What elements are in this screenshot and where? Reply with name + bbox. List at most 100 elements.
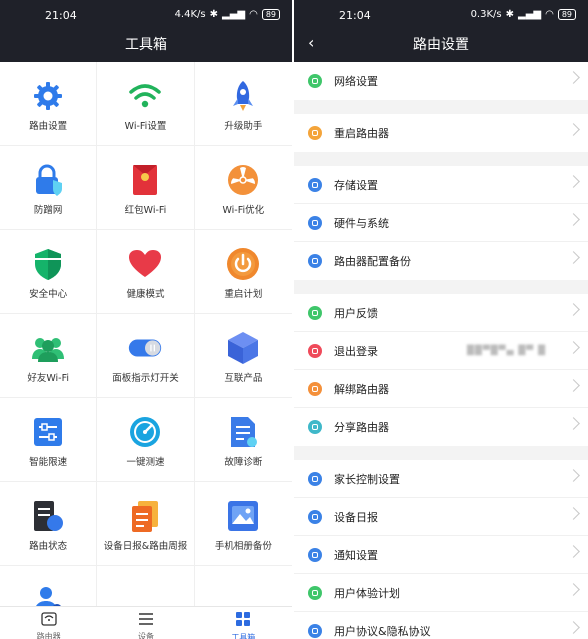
tool-item[interactable]: 互联产品 [195, 314, 292, 398]
settings-item-label: 存储设置 [334, 178, 378, 192]
signal-icon: ▂▄▆ [222, 9, 246, 20]
router-icon [41, 611, 57, 630]
settings-item-icon [308, 74, 322, 88]
tool-label: 互联产品 [224, 373, 263, 384]
page-title: 工具箱 [125, 37, 167, 53]
settings-item[interactable]: 硬件与系统 [294, 204, 588, 242]
title-bar: ‹ 路由设置 [294, 30, 588, 62]
tab-label: 工具箱 [231, 633, 256, 639]
settings-item-icon [308, 343, 322, 358]
tab-menu[interactable]: 设备 [97, 607, 194, 639]
tool-item[interactable]: 设备日报&路由周报 [97, 482, 195, 566]
settings-item-icon [308, 305, 322, 320]
chevron-right-icon [567, 341, 580, 354]
settings-item-icon [308, 547, 322, 562]
tool-item[interactable]: 健康模式 [97, 230, 195, 314]
menu-icon [138, 611, 154, 630]
battery-icon: 89 [557, 9, 576, 20]
settings-item-icon [308, 254, 322, 268]
tool-label: 故障诊断 [224, 457, 263, 468]
tool-item[interactable]: Wi-Fi设置 [97, 62, 195, 146]
settings-item[interactable]: 分享路由器 [294, 408, 588, 446]
tool-item[interactable]: 安全中心 [0, 230, 98, 314]
tool-label: 面板指示灯开关 [112, 373, 179, 384]
tool-item[interactable]: 一键测速 [97, 398, 195, 482]
settings-item-label: 硬件与系统 [334, 216, 389, 230]
settings-item-icon [308, 471, 322, 486]
tool-label: 升级助手 [224, 121, 263, 132]
status-icons: 0.3K/s ✱ ▂▄▆ ◠ 89 [471, 9, 576, 20]
tool-item[interactable]: 红包Wi-Fi [97, 146, 195, 230]
settings-item[interactable]: 解绑路由器 [294, 370, 588, 408]
chevron-right-icon [567, 71, 580, 84]
chevron-right-icon [567, 583, 580, 596]
settings-item[interactable]: 用户体验计划 [294, 574, 588, 612]
settings-item-label: 分享路由器 [334, 421, 389, 434]
settings-item[interactable]: 家长控制设置 [294, 460, 588, 498]
tab-label: 设备 [137, 632, 154, 639]
tool-label: 健康模式 [126, 289, 165, 300]
router-settings-screen: 21:04 0.3K/s ✱ ▂▄▆ ◠ 89 ‹ 路由设置 网络设置重启路由器… [294, 0, 588, 639]
settings-item-label: 重启路由器 [334, 127, 389, 140]
settings-item[interactable]: 路由器配置备份 [294, 242, 588, 280]
tool-label: 路由状态 [29, 541, 68, 552]
tool-row: 路由状态 设备日报&路由周报 手机相册备份 [0, 482, 292, 566]
tab-grid[interactable]: 工具箱 [195, 607, 292, 639]
settings-item-label: 用户体验计划 [334, 586, 400, 600]
status-bar: 21:04 4.4K/s ✱ ▂▄▆ ◠ 89 [0, 0, 292, 30]
bluetooth-icon: ✱ [209, 9, 218, 20]
settings-item[interactable]: 用户协议&隐私协议 [294, 612, 588, 639]
wifi-status-icon: ◠ [545, 9, 554, 20]
tool-label: 重启计划 [224, 289, 263, 300]
account-name: ██▀█▀▄ █▀ █ [466, 345, 546, 356]
settings-item-label: 设备日报 [334, 510, 378, 524]
settings-item-icon [308, 177, 322, 192]
tool-item[interactable]: 路由状态 [0, 482, 98, 566]
status-doc-icon [31, 499, 65, 533]
tool-item[interactable]: Wi-Fi优化 [195, 146, 292, 230]
settings-item-icon [308, 585, 322, 600]
wifi-status-icon: ◠ [249, 9, 258, 20]
status-bar: 21:04 0.3K/s ✱ ▂▄▆ ◠ 89 [294, 0, 588, 30]
tool-item[interactable]: 路由设置 [0, 62, 98, 146]
tool-item[interactable]: 故障诊断 [195, 398, 292, 482]
tool-item[interactable]: 面板指示灯开关 [97, 314, 195, 398]
settings-item[interactable]: 退出登录 ██▀█▀▄ █▀ █ [294, 332, 588, 370]
title-bar: 工具箱 [0, 30, 292, 62]
settings-item[interactable]: 通知设置 [294, 536, 588, 574]
settings-item[interactable]: 用户反馈 [294, 294, 588, 332]
tool-item[interactable]: 智能限速 [0, 398, 98, 482]
shield-icon [31, 247, 65, 281]
sliders-icon [31, 415, 65, 449]
red-envelope-icon [128, 163, 162, 197]
settings-item-label: 解绑路由器 [334, 382, 389, 396]
tool-label: 好友Wi-Fi [27, 373, 69, 384]
tool-item[interactable]: 防蹭网 [0, 146, 98, 230]
tool-label: Wi-Fi优化 [222, 205, 265, 216]
settings-section: 用户反馈 退出登录 ██▀█▀▄ █▀ █ 解绑路由器分享路由器 [294, 294, 588, 446]
tool-item[interactable]: 重启计划 [195, 230, 292, 314]
tab-router[interactable]: 路由器 [0, 607, 97, 639]
tool-item[interactable]: 升级助手 [195, 62, 292, 146]
settings-item-icon [308, 509, 322, 524]
settings-section: 存储设置硬件与系统路由器配置备份 [294, 166, 588, 280]
settings-list: 网络设置 重启路由器 存储设置 硬件与系统 路由器配置备份 用户反馈 退出登录 ██▀█▀▄ … [294, 62, 588, 639]
tool-item[interactable]: 手机相册备份 [195, 482, 292, 566]
chevron-right-icon [567, 251, 580, 264]
settings-item[interactable]: 重启路由器 [294, 114, 588, 152]
settings-item-icon [308, 126, 322, 140]
settings-item[interactable]: 存储设置 [294, 166, 588, 204]
status-icons: 4.4K/s ✱ ▂▄▆ ◠ 89 [175, 9, 280, 20]
chevron-right-icon [567, 469, 580, 482]
toolbox-screen: 21:04 4.4K/s ✱ ▂▄▆ ◠ 89 工具箱 路由设置 Wi-Fi设置 升… [0, 0, 292, 639]
status-time: 21:04 [339, 9, 371, 22]
tool-label: 红包Wi-Fi [124, 205, 167, 216]
settings-item[interactable]: 设备日报 [294, 498, 588, 536]
settings-item-label: 网络设置 [334, 75, 378, 88]
tool-item[interactable]: 好友Wi-Fi [0, 314, 98, 398]
gear-icon [31, 79, 65, 113]
settings-item[interactable]: 网络设置 [294, 62, 588, 100]
tool-label: Wi-Fi设置 [124, 121, 167, 132]
rocket-icon [226, 79, 260, 113]
tool-label: 智能限速 [29, 457, 68, 468]
